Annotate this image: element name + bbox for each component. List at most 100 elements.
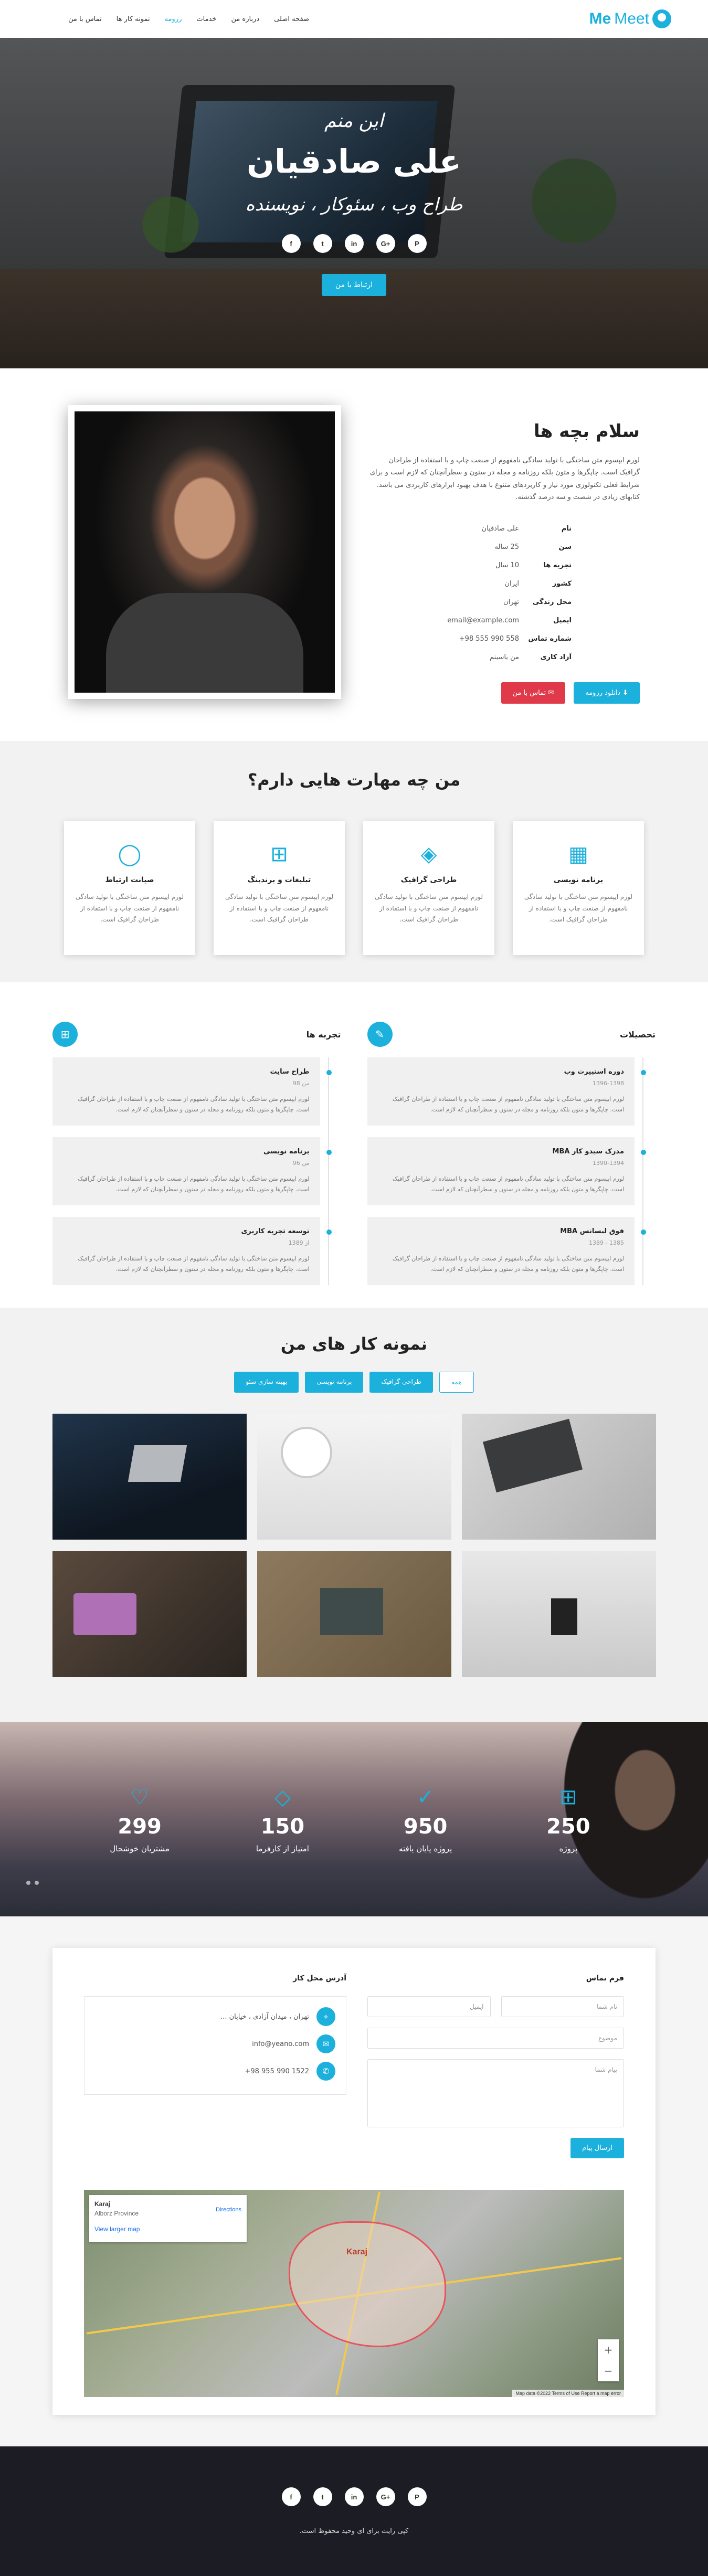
- copyright-text: کپی رایت برای ای وحید محفوظ است.: [299, 2527, 409, 2535]
- info-value: +98 555 990 558: [459, 635, 519, 643]
- google-plus-icon[interactable]: G+: [376, 234, 395, 253]
- linkedin-icon[interactable]: in: [344, 234, 364, 253]
- zoom-in-icon[interactable]: +: [604, 2344, 613, 2356]
- view-larger-map-link[interactable]: View larger map: [94, 2225, 241, 2233]
- map-city-label: Karaj: [346, 2248, 368, 2256]
- logo-meet: Meet: [614, 10, 649, 27]
- hero-section: این منم علی صادقیان طراح وب ، سئوکار ، ن…: [0, 38, 708, 368]
- timeline-title: برنامه نویسی: [263, 1148, 310, 1156]
- email-row: ✉ info@yeano.com: [95, 2034, 335, 2053]
- subject-input[interactable]: موضوع: [367, 2028, 624, 2049]
- heart-icon: ♡: [130, 1785, 150, 1809]
- twitter-icon[interactable]: t: [313, 234, 332, 253]
- timeline-title: توسعه تجربه کاربری: [241, 1227, 310, 1235]
- nav-link-services[interactable]: خدمات: [196, 15, 216, 23]
- resume-section: تحصیلات ✎ دوره اسنپیرت وب 1396-1398 لورم…: [0, 982, 708, 1308]
- send-message-button[interactable]: ارسال پیام: [570, 2138, 624, 2158]
- slider-dot[interactable]: [35, 1881, 39, 1885]
- message-textarea[interactable]: پیام شما: [367, 2059, 624, 2127]
- service-title: طراحی گرافیک: [400, 876, 457, 884]
- timeline-title: دوره اسنپیرت وب: [564, 1068, 624, 1076]
- info-key: تجربه ها: [543, 561, 572, 569]
- briefcase-icon: ⊞: [52, 1022, 78, 1047]
- facebook-icon[interactable]: f: [281, 2487, 301, 2506]
- stat-label: پروژه: [559, 1844, 578, 1853]
- service-card: ◈ طراحی گرافیک لورم ایپسوم متن ساختگی با…: [363, 821, 494, 955]
- services-title: من چه مهارت هایی دارم؟: [247, 770, 461, 790]
- portfolio-item[interactable]: [257, 1414, 451, 1540]
- twitter-icon[interactable]: t: [313, 2487, 332, 2506]
- services-section: من چه مهارت هایی دارم؟ ▦ برنامه نویسی لو…: [0, 741, 708, 982]
- filter-graphic[interactable]: طراحی گرافیک: [369, 1372, 433, 1393]
- briefcase-icon: ⊞: [270, 842, 288, 866]
- filter-all[interactable]: همه: [439, 1372, 474, 1393]
- hero-intro: این منم: [324, 110, 384, 132]
- directions-link[interactable]: Directions: [216, 2207, 241, 2213]
- filter-programming[interactable]: برنامه نویسی: [305, 1372, 364, 1393]
- slider-dots: [26, 1881, 39, 1885]
- service-card: ▦ برنامه نویسی لورم ایپسوم متن ساختگی با…: [513, 821, 644, 955]
- slider-dot[interactable]: [26, 1881, 30, 1885]
- map-attribution: Map data ©2022 Terms of Use Report a map…: [512, 2390, 624, 2397]
- experience-title: تجربه ها: [306, 1029, 341, 1040]
- phone-text[interactable]: +98 955 990 1522: [245, 2068, 309, 2075]
- nav-link-about[interactable]: درباره من: [231, 15, 259, 23]
- portfolio-item[interactable]: [461, 1551, 656, 1677]
- profile-photo-sweater: [106, 593, 303, 693]
- filter-seo[interactable]: بهینه سازی سئو: [234, 1372, 299, 1393]
- nav-link-resume[interactable]: رزومه: [165, 15, 182, 23]
- info-row-experience: تجربه ها 10 سال: [425, 556, 572, 575]
- about-section: سلام بچه ها لورم ایپسوم متن ساختگی با تو…: [0, 368, 708, 741]
- services-list: ▦ برنامه نویسی لورم ایپسوم متن ساختگی با…: [0, 821, 708, 955]
- timeline-item: توسعه تجربه کاربری از 1389 لورم ایپسوم م…: [52, 1217, 331, 1285]
- hero-name: علی صادقیان: [246, 142, 462, 181]
- info-key: نام: [561, 524, 572, 533]
- contact-me-button[interactable]: ✉ تماس با من: [501, 682, 566, 704]
- info-row-name: نام علی صادقیان: [425, 520, 572, 538]
- email-text[interactable]: info@yeano.com: [252, 2040, 309, 2048]
- contact-top: فرم تماس نام شما ایمیل موضوع پیام شما ار…: [84, 1974, 624, 2158]
- logo[interactable]: Meet Me: [589, 9, 671, 28]
- about-info-list: نام علی صادقیان سن 25 ساله تجربه ها 10 سال …: [425, 520, 572, 667]
- nav-links: صفحه اصلی درباره من خدمات رزومه نمونه کا…: [68, 15, 309, 23]
- pinterest-icon[interactable]: P: [407, 234, 427, 253]
- address-title: آدرس محل کار: [293, 1974, 346, 1983]
- portfolio-item[interactable]: [52, 1414, 247, 1540]
- portfolio-section: نمونه کار های من همه طراحی گرافیک برنامه…: [0, 1308, 708, 1722]
- download-resume-button[interactable]: ⬇ دانلود رزومه: [574, 682, 640, 704]
- portfolio-item[interactable]: [461, 1414, 656, 1540]
- portfolio-item[interactable]: [257, 1551, 451, 1677]
- timeline-date: من 96: [292, 1160, 310, 1167]
- nav-link-home[interactable]: صفحه اصلی: [274, 15, 309, 23]
- service-text: لورم ایپسوم متن ساختگی با تولید سادگی نا…: [524, 893, 633, 924]
- service-title: صیانت ارتباط: [105, 876, 154, 884]
- pinterest-icon[interactable]: P: [407, 2487, 427, 2506]
- zoom-out-icon[interactable]: −: [604, 2365, 613, 2377]
- contact-form: فرم تماس نام شما ایمیل موضوع پیام شما ار…: [367, 1974, 624, 2158]
- nav-link-contact[interactable]: تماس با من: [68, 15, 102, 23]
- info-row-email: ایمیل email@example.com: [425, 611, 572, 630]
- service-text: لورم ایپسوم متن ساختگی با تولید سادگی نا…: [374, 893, 483, 924]
- service-title: تبلیغات و برندینگ: [247, 876, 311, 884]
- mail-icon: ✉: [546, 689, 554, 697]
- timeline-title: فوق لیسانس MBA: [560, 1227, 624, 1235]
- name-input[interactable]: نام شما: [501, 1996, 624, 2017]
- info-value: 25 ساله: [494, 543, 519, 551]
- timeline-item: فوق لیسانس MBA 1385 - 1389 لورم ایپسوم م…: [367, 1217, 646, 1285]
- experience-timeline: طراح سایت من 98 لورم ایپسوم متن ساختگی ب…: [52, 1057, 341, 1285]
- education-title: تحصیلات: [619, 1029, 656, 1040]
- service-text: لورم ایپسوم متن ساختگی با تولید سادگی نا…: [225, 893, 334, 924]
- facebook-icon[interactable]: f: [281, 234, 301, 253]
- stat-completed: ✓ 950 پروژه پایان یافته: [373, 1785, 478, 1853]
- education-header: تحصیلات ✎: [367, 1022, 656, 1047]
- linkedin-icon[interactable]: in: [344, 2487, 364, 2506]
- google-plus-icon[interactable]: G+: [376, 2487, 395, 2506]
- hero-contact-button[interactable]: ارتباط با من: [321, 274, 387, 296]
- email-input[interactable]: ایمیل: [367, 1996, 491, 2017]
- timeline-item: طراح سایت من 98 لورم ایپسوم متن ساختگی ب…: [52, 1057, 331, 1126]
- portfolio-item[interactable]: [52, 1551, 247, 1677]
- stat-rating: ◇ 150 امتیاز از کارفرما: [230, 1785, 335, 1853]
- nav-link-portfolio[interactable]: نمونه کار ها: [117, 15, 150, 23]
- google-map[interactable]: Karaj Karaj Alborz Province View larger …: [84, 2190, 624, 2397]
- contact-section: فرم تماس نام شما ایمیل موضوع پیام شما ار…: [0, 1916, 708, 2446]
